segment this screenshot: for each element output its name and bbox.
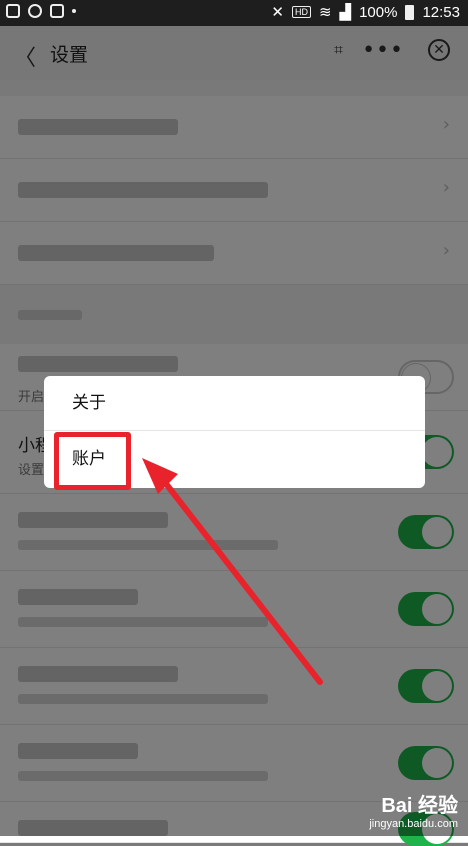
hd-icon: HD	[291, 6, 311, 18]
dot-icon	[72, 9, 76, 13]
mute-icon: ✕	[271, 4, 284, 21]
clock: 12:53	[422, 3, 460, 21]
battery-percent: 100%	[359, 3, 398, 21]
highlight-box	[54, 432, 131, 490]
menu-item-about[interactable]: 关于	[44, 376, 425, 431]
notification-icons	[6, 4, 76, 18]
watermark-brand: Bai 经验	[381, 795, 458, 817]
bag-icon	[50, 4, 64, 18]
signal-icon: ▟	[339, 4, 352, 21]
watermark: Bai 经验 jingyan.baidu.com	[369, 789, 458, 830]
battery-icon	[405, 4, 415, 20]
share-icon	[28, 4, 42, 18]
gallery-icon	[6, 4, 20, 18]
system-icons: ✕ HD ≋ ▟ 100% 12:53	[271, 3, 460, 22]
wifi-icon: ≋	[318, 4, 332, 21]
watermark-url: jingyan.baidu.com	[369, 818, 458, 830]
status-bar: ✕ HD ≋ ▟ 100% 12:53	[0, 0, 468, 26]
